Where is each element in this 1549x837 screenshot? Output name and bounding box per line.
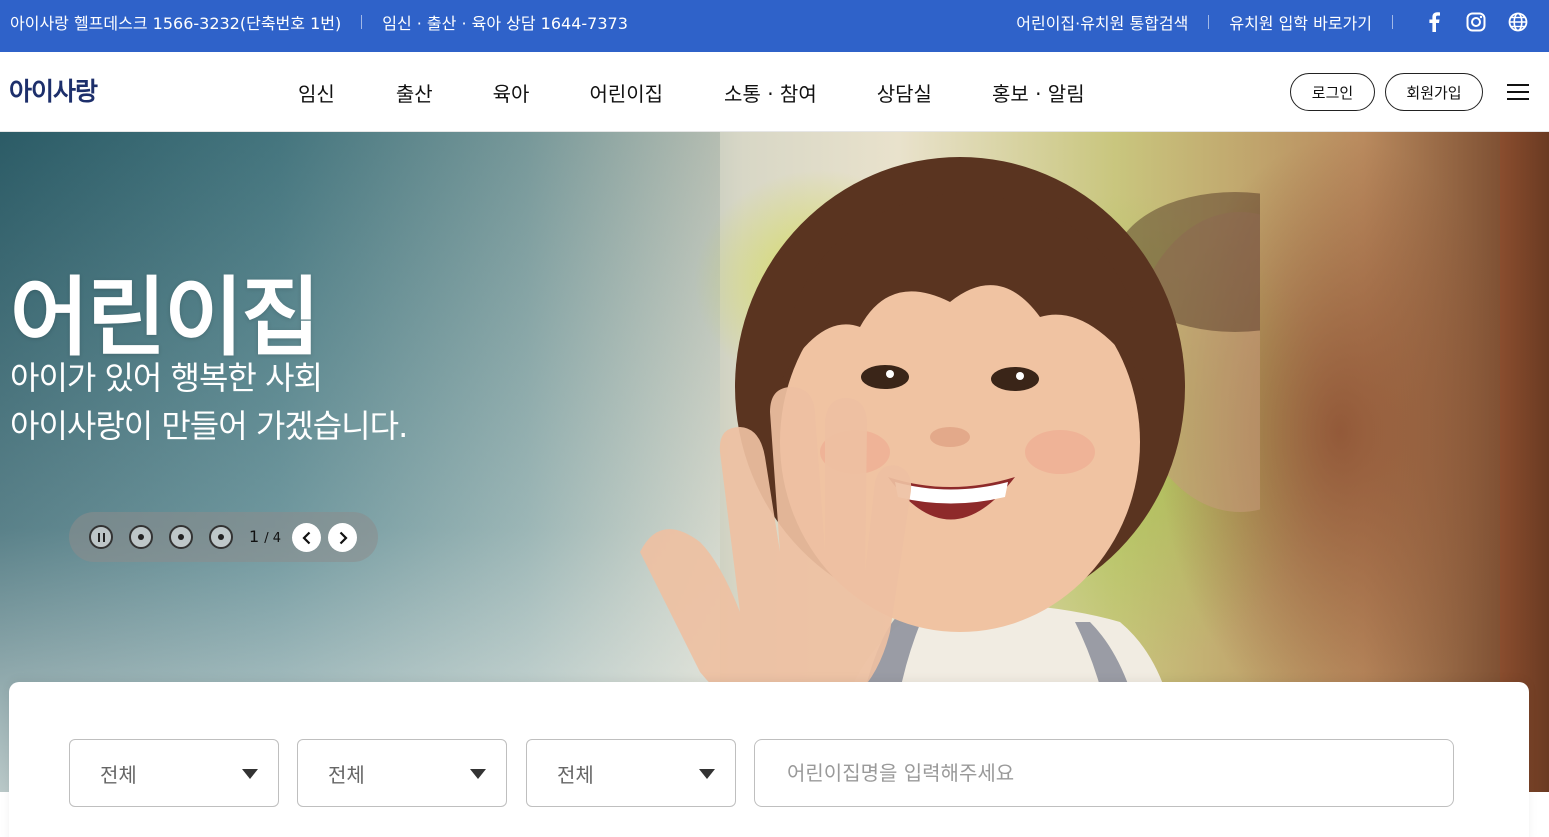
- caret-down-icon: [699, 769, 715, 779]
- instagram-icon[interactable]: [1465, 11, 1487, 33]
- slide-total: 4: [272, 531, 282, 546]
- divider: [361, 15, 363, 29]
- nav-item-pregnancy[interactable]: 임신: [298, 78, 335, 107]
- main-navigation: 임신 출산 육아 어린이집 소통 · 참여 상담실 홍보 · 알림: [298, 78, 1085, 107]
- pause-button[interactable]: [89, 525, 113, 549]
- topbar-left: 아이사랑 헬프데스크 1566-3232(단축번호 1번) 임신 · 출산 · …: [10, 0, 628, 44]
- slide-dot-2[interactable]: [169, 525, 193, 549]
- select-value: 전체: [328, 762, 365, 787]
- hero-subtitle-line-2: 아이사랑이 만들어 가겠습니다.: [10, 407, 408, 445]
- nav-item-counseling[interactable]: 상담실: [877, 78, 932, 107]
- daycare-name-input[interactable]: [754, 739, 1454, 807]
- select-value: 전체: [100, 762, 137, 787]
- login-button[interactable]: 로그인: [1290, 73, 1375, 111]
- main-header: 아이사랑 임신 출산 육아 어린이집 소통 · 참여 상담실 홍보 · 알림 로…: [0, 52, 1549, 132]
- facebook-icon[interactable]: [1423, 11, 1445, 33]
- daycare-search-panel: 전체 전체 전체: [9, 682, 1529, 837]
- slide-dot-3[interactable]: [209, 525, 233, 549]
- region-select-1[interactable]: 전체: [69, 739, 279, 807]
- divider: [1392, 15, 1393, 29]
- integrated-search-link[interactable]: 어린이집·유치원 통합검색: [1016, 10, 1188, 34]
- chevron-left-icon[interactable]: [292, 523, 321, 552]
- helpdesk-link[interactable]: 아이사랑 헬프데스크 1566-3232(단축번호 1번): [10, 10, 341, 34]
- select-value: 전체: [557, 762, 594, 787]
- divider: [1208, 15, 1210, 29]
- globe-icon[interactable]: [1507, 11, 1529, 33]
- nav-item-childcare[interactable]: 육아: [493, 78, 530, 107]
- nav-item-birth[interactable]: 출산: [396, 78, 433, 107]
- slider-controls: 1 / 4: [69, 512, 378, 562]
- top-utility-bar: 아이사랑 헬프데스크 1566-3232(단축번호 1번) 임신 · 출산 · …: [0, 0, 1549, 52]
- caret-down-icon: [470, 769, 486, 779]
- slide-dot-1[interactable]: [129, 525, 153, 549]
- hero-subtitle-line-1: 아이가 있어 행복한 사회: [10, 359, 323, 397]
- chevron-right-icon[interactable]: [328, 523, 357, 552]
- topbar-right: 어린이집·유치원 통합검색 유치원 입학 바로가기: [1016, 0, 1549, 44]
- nav-item-daycare[interactable]: 어린이집: [589, 78, 663, 107]
- region-select-2[interactable]: 전체: [297, 739, 507, 807]
- nav-item-news[interactable]: 홍보 · 알림: [992, 78, 1085, 107]
- signup-button[interactable]: 회원가입: [1385, 73, 1483, 111]
- slide-current: 1: [249, 527, 260, 546]
- menu-icon[interactable]: [1507, 82, 1529, 102]
- hero-subtitle: 아이가 있어 행복한 사회 아이사랑이 만들어 가겠습니다.: [10, 354, 408, 450]
- kindergarten-admission-link[interactable]: 유치원 입학 바로가기: [1229, 10, 1372, 34]
- caret-down-icon: [242, 769, 258, 779]
- site-logo[interactable]: 아이사랑: [9, 72, 98, 108]
- nav-item-community[interactable]: 소통 · 참여: [724, 78, 817, 107]
- slide-counter: 1 / 4: [249, 527, 282, 546]
- type-select[interactable]: 전체: [526, 739, 736, 807]
- consult-link[interactable]: 임신 · 출산 · 육아 상담 1644-7373: [382, 10, 628, 34]
